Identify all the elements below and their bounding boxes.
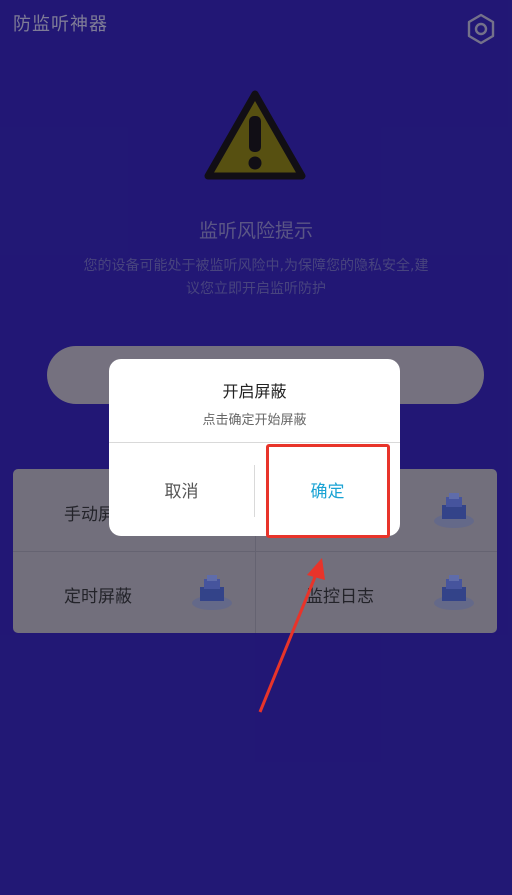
- cancel-button[interactable]: 取消: [109, 443, 254, 536]
- dialog-title: 开启屏蔽: [222, 382, 287, 401]
- dialog-message: 点击确定开始屏蔽: [202, 413, 307, 428]
- highlight-box: [266, 444, 390, 538]
